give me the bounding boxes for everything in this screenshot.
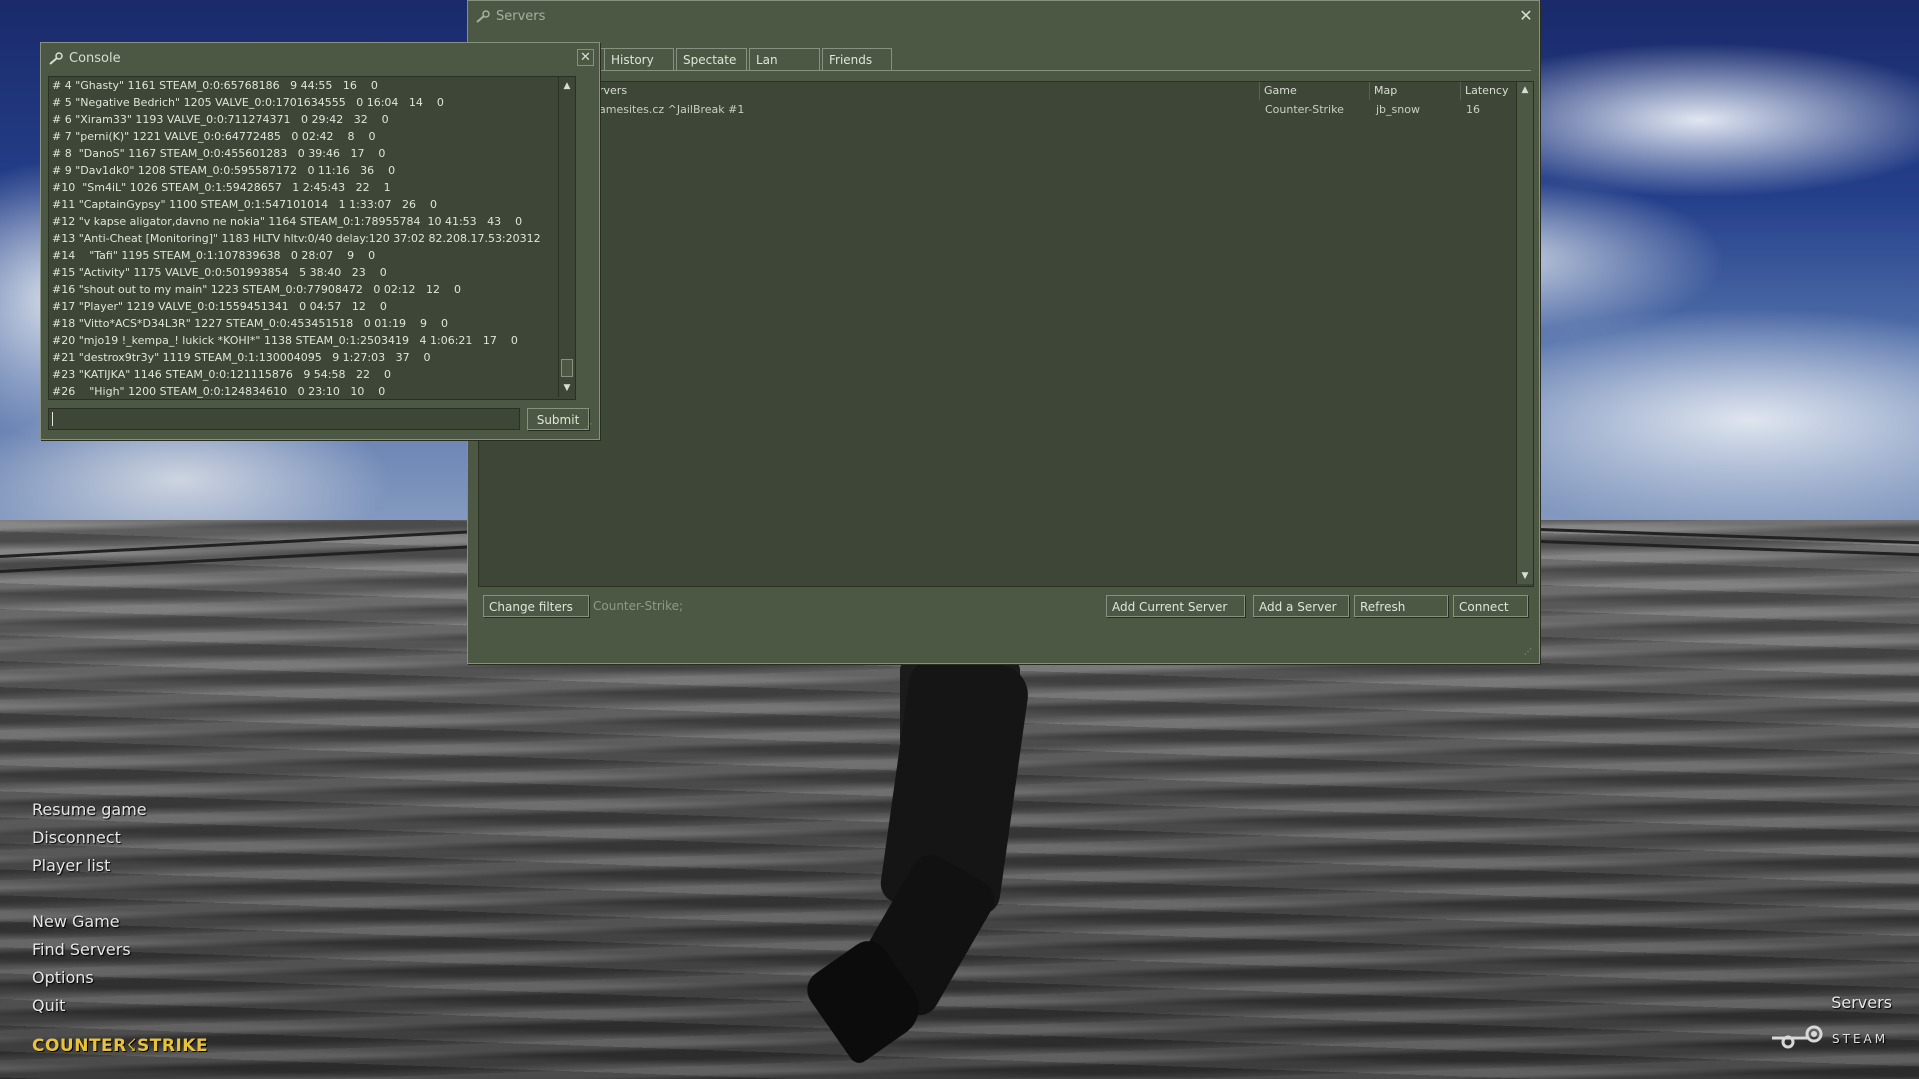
tab-spectate[interactable]: Spectate [676,48,747,70]
steam-icon [1772,1025,1823,1049]
console-line: #16 "shout out to my main" 1223 STEAM_0:… [52,283,462,296]
console-line: #13 "Anti-Cheat [Monitoring]" 1183 HLTV … [52,232,541,245]
console-line: #12 "v kapse aligator,davno ne nokia" 11… [52,215,523,228]
filter-summary: Counter-Strike; [593,599,684,613]
tab-lan[interactable]: Lan [749,48,820,70]
server-row[interactable]: amesites.cz ^JailBreak #1 Counter-Strike… [479,102,1516,118]
console-title: Console [69,51,121,66]
console-line: #10 "Sm4iL" 1026 STEAM_0:1:59428657 1 2:… [52,181,391,194]
tab-history[interactable]: History [604,48,674,70]
menu-disconnect[interactable]: Disconnect [32,824,147,852]
scroll-up-icon[interactable]: ▲ [559,79,575,93]
console-line: #14 "Tafi" 1195 STEAM_0:1:107839638 0 28… [52,249,376,262]
menu-quit[interactable]: Quit [32,992,147,1020]
column-servers[interactable]: rvers [595,82,740,100]
console-output[interactable]: # 4 "Ghasty" 1161 STEAM_0:0:65768186 9 4… [48,76,576,400]
connect-button[interactable]: Connect [1453,595,1528,617]
console-lines: # 4 "Ghasty" 1161 STEAM_0:0:65768186 9 4… [49,77,575,399]
servers-title-bar[interactable]: Servers [476,9,545,24]
server-tabs: History Spectate Lan Friends [604,48,894,70]
console-line: #18 "Vitto*ACS*D34L3R" 1227 STEAM_0:0:45… [52,317,448,330]
console-line: #11 "CaptainGypsy" 1100 STEAM_0:1:547101… [52,198,437,211]
submit-button[interactable]: Submit [527,408,589,430]
scroll-down-icon[interactable]: ▼ [1517,569,1533,583]
steam-small-icon [49,51,63,65]
console-resize-grip[interactable]: ⋰ [584,422,594,432]
console-scrollbar[interactable]: ▲ ▼ [558,77,575,397]
server-list[interactable]: rvers Game Map Latency amesites.cz ^Jail… [478,81,1534,587]
server-latency: 16 [1466,103,1480,116]
console-line: # 6 "Xiram33" 1193 VALVE_0:0:711274371 0… [52,113,389,126]
steam-label: STEAM [1832,1032,1889,1046]
console-line: # 9 "Dav1dk0" 1208 STEAM_0:0:595587172 0… [52,164,396,177]
text-caret [52,412,53,426]
console-line: # 4 "Ghasty" 1161 STEAM_0:0:65768186 9 4… [52,79,378,92]
console-line: # 8 "DanoS" 1167 STEAM_0:0:455601283 0 3… [52,147,386,160]
menu-spacer [32,880,147,908]
menu-new-game[interactable]: New Game [32,908,147,936]
console-line: # 7 "perni(K)" 1221 VALVE_0:0:64772485 0… [52,130,376,143]
add-server-button[interactable]: Add a Server [1253,595,1349,617]
console-line: #21 "destrox9tr3y" 1119 STEAM_0:1:130004… [52,351,431,364]
counter-strike-logo: COUNTER☇STRIKE [32,1036,209,1056]
menu-options[interactable]: Options [32,964,147,992]
console-line: #15 "Activity" 1175 VALVE_0:0:501993854 … [52,266,387,279]
column-latency[interactable]: Latency [1460,82,1516,100]
server-list-header: rvers Game Map Latency [479,82,1516,100]
console-input[interactable] [48,408,520,430]
console-line: #26 "High" 1200 STEAM_0:0:124834610 0 23… [52,385,386,398]
refresh-button[interactable]: Refresh [1354,595,1448,617]
menu-resume-game[interactable]: Resume game [32,796,147,824]
server-map: jb_snow [1376,103,1420,116]
servers-title: Servers [496,9,546,24]
column-game[interactable]: Game [1259,82,1369,100]
steam-logo: STEAM [1766,1024,1888,1054]
close-icon[interactable]: ✕ [1518,8,1534,24]
servers-shortcut[interactable]: Servers [1831,993,1892,1012]
server-list-scrollbar[interactable]: ▲ ▼ [1516,82,1533,584]
tab-friends[interactable]: Friends [822,48,892,70]
server-name: amesites.cz ^JailBreak #1 [599,103,745,116]
tab-divider [476,70,1531,71]
console-title-bar[interactable]: Console [49,51,121,66]
scroll-thumb[interactable] [561,359,573,377]
steam-small-icon [476,9,490,23]
console-line: #23 "KATIJKA" 1146 STEAM_0:0:121115876 9… [52,368,391,381]
scroll-up-icon[interactable]: ▲ [1517,83,1533,97]
add-current-server-button[interactable]: Add Current Server [1106,595,1245,617]
main-menu: Resume game Disconnect Player list New G… [32,796,147,1020]
scroll-down-icon[interactable]: ▼ [559,381,575,395]
change-filters-button[interactable]: Change filters [483,595,589,617]
console-line: #20 "mjo19 !_kempa_! lukick *KOHI*" 1138… [52,334,518,347]
menu-player-list[interactable]: Player list [32,852,147,880]
column-map[interactable]: Map [1369,82,1459,100]
console-line: # 5 "Negative Bedrich" 1205 VALVE_0:0:17… [52,96,444,109]
console-line: #17 "Player" 1219 VALVE_0:0:1559451341 0… [52,300,387,313]
close-icon[interactable]: ✕ [577,49,594,66]
menu-find-servers[interactable]: Find Servers [32,936,147,964]
servers-resize-grip[interactable]: ⋰ [1524,647,1534,657]
server-game: Counter-Strike [1265,103,1344,116]
